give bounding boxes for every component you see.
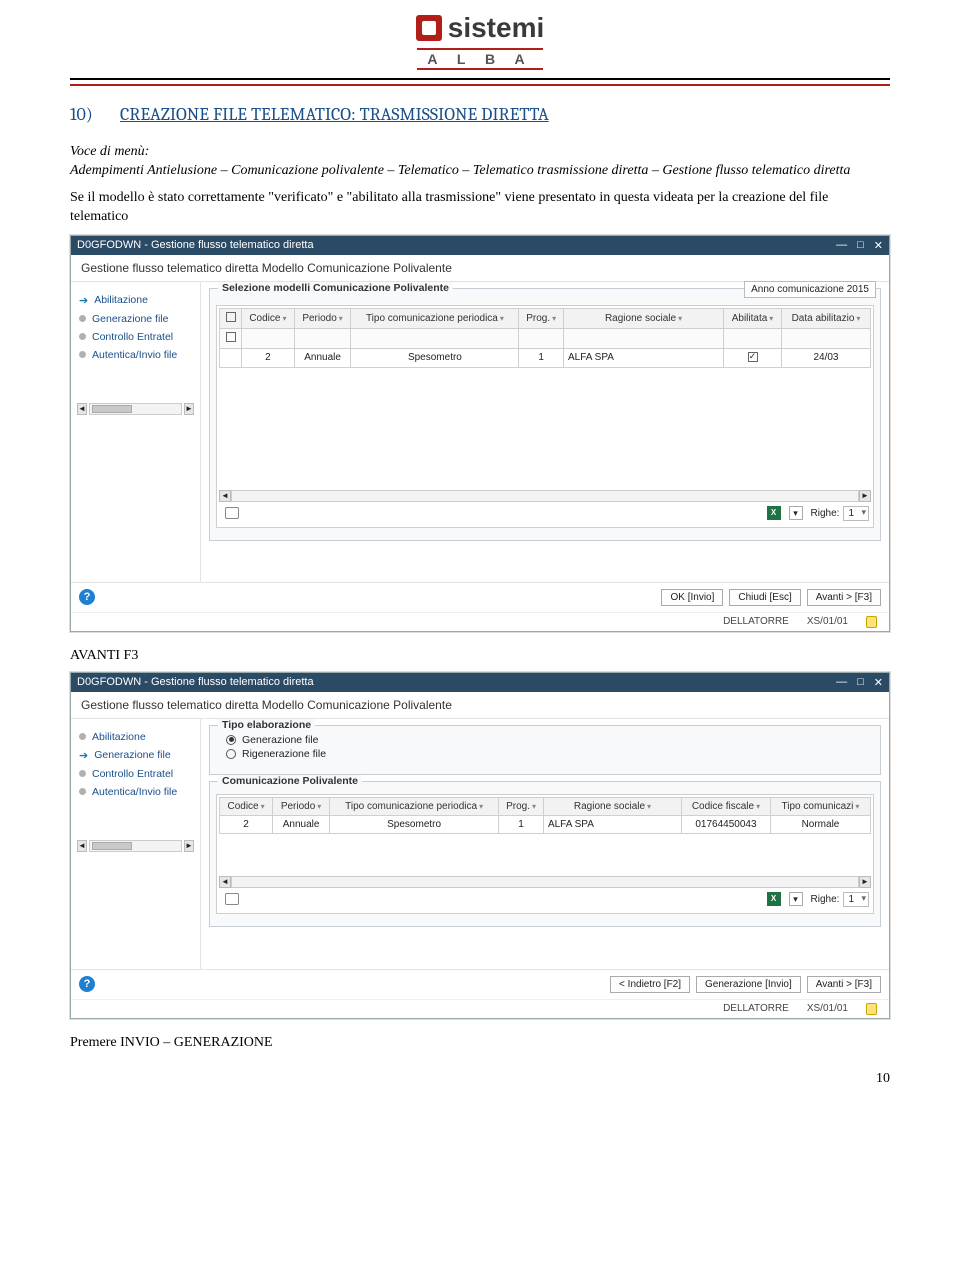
body-paragraph: Se il modello è stato correttamente "ver…	[70, 189, 890, 227]
comunicazione-table: Codice▾ Periodo▾ Tipo comunicazione peri…	[219, 797, 871, 834]
brand-mark-icon	[416, 15, 442, 41]
avanti-button[interactable]: Avanti > [F3]	[807, 976, 881, 993]
status-bar: DELLATORRE XS/01/01	[71, 999, 889, 1018]
minimize-icon[interactable]: —	[836, 676, 847, 689]
group-selezione-modelli: Selezione modelli Comunicazione Polivale…	[209, 288, 881, 541]
rows-select[interactable]: 1	[843, 506, 869, 521]
ok-button[interactable]: OK [Invio]	[661, 589, 723, 606]
window-subheader: Gestione flusso telematico diretta Model…	[71, 255, 889, 282]
abilitata-checkbox[interactable]	[748, 352, 758, 362]
print-icon[interactable]	[225, 893, 239, 905]
filter-row[interactable]	[220, 328, 871, 348]
divider	[70, 84, 890, 86]
status-bar: DELLATORRE XS/01/01	[71, 612, 889, 631]
minimize-icon[interactable]: —	[836, 239, 847, 252]
avanti-caption: AVANTI F3	[70, 648, 890, 664]
chiudi-button[interactable]: Chiudi [Esc]	[729, 589, 800, 606]
maximize-icon[interactable]: □	[857, 676, 864, 689]
main-panel: Selezione modelli Comunicazione Polivale…	[201, 282, 889, 582]
table-row[interactable]: 2 Annuale Spesometro 1 ALFA SPA 24/03	[220, 348, 871, 367]
rows-select[interactable]: 1	[843, 892, 869, 907]
wizard-sidebar: ➔Abilitazione Generazione file Controllo…	[71, 282, 201, 582]
close-icon[interactable]: ✕	[874, 239, 883, 252]
grid-scrollbar[interactable]: ◄►	[219, 876, 871, 888]
menu-voice: Voce di menù: Adempimenti Antielusione –…	[70, 143, 890, 181]
close-icon[interactable]: ✕	[874, 676, 883, 689]
page-logo: sistemi A L B A	[70, 0, 890, 74]
select-all-checkbox[interactable]	[226, 312, 236, 322]
app-window-2: D0GFODWN - Gestione flusso telematico di…	[70, 672, 890, 1019]
brand-sub: A L B A	[417, 48, 542, 70]
status-code: XS/01/01	[807, 1003, 848, 1014]
status-user: DELLATORRE	[723, 1003, 789, 1014]
sidebar-item-generazione[interactable]: Generazione file	[77, 311, 194, 327]
lock-icon	[866, 1003, 877, 1015]
excel-icon[interactable]: X	[767, 892, 781, 906]
window-title: D0GFODWN - Gestione flusso telematico di…	[77, 676, 314, 688]
window-titlebar: D0GFODWN - Gestione flusso telematico di…	[71, 236, 889, 255]
sidebar-item-abilitazione[interactable]: Abilitazione	[77, 729, 194, 745]
sidebar-item-controllo[interactable]: Controllo Entratel	[77, 329, 194, 345]
window-footer: ? OK [Invio] Chiudi [Esc] Avanti > [F3]	[71, 582, 889, 612]
status-code: XS/01/01	[807, 616, 848, 627]
wizard-sidebar: Abilitazione ➔Generazione file Controllo…	[71, 719, 201, 969]
sidebar-item-autentica[interactable]: Autentica/Invio file	[77, 784, 194, 800]
grid-scrollbar[interactable]: ◄►	[219, 490, 871, 502]
brand-text: sistemi	[448, 12, 545, 44]
page-number: 10	[70, 1071, 890, 1087]
sidebar-item-controllo[interactable]: Controllo Entratel	[77, 766, 194, 782]
radio-rigenerazione[interactable]: Rigenerazione file	[226, 748, 874, 760]
sidebar-item-abilitazione[interactable]: ➔Abilitazione	[77, 292, 194, 309]
status-user: DELLATORRE	[723, 616, 789, 627]
models-table: Codice▾ Periodo▾ Tipo comunicazione peri…	[219, 308, 871, 368]
help-icon[interactable]: ?	[79, 589, 95, 605]
sidebar-scrollbar[interactable]: ◄►	[77, 840, 194, 852]
section-number: 10)	[70, 104, 116, 125]
group-tipo-elaborazione: Tipo elaborazione Generazione file Rigen…	[209, 725, 881, 775]
window-title: D0GFODWN - Gestione flusso telematico di…	[77, 239, 314, 251]
filter-icon[interactable]: ▾	[789, 506, 803, 520]
arrow-right-icon: ➔	[79, 294, 88, 307]
avanti-button[interactable]: Avanti > [F3]	[807, 589, 881, 606]
lock-icon	[866, 616, 877, 628]
main-panel: Tipo elaborazione Generazione file Rigen…	[201, 719, 889, 969]
footer-instruction: Premere INVIO – GENERAZIONE	[70, 1035, 890, 1051]
indietro-button[interactable]: < Indietro [F2]	[610, 976, 690, 993]
filter-icon[interactable]: ▾	[789, 892, 803, 906]
radio-generazione[interactable]: Generazione file	[226, 734, 874, 746]
app-window-1: D0GFODWN - Gestione flusso telematico di…	[70, 235, 890, 632]
anno-comunicazione: Anno comunicazione 2015	[744, 281, 876, 298]
print-icon[interactable]	[225, 507, 239, 519]
section-label: CREAZIONE FILE TELEMATICO: TRASMISSIONE …	[120, 104, 549, 125]
table-row[interactable]: 2 Annuale Spesometro 1 ALFA SPA 01764450…	[220, 815, 871, 833]
window-subheader: Gestione flusso telematico diretta Model…	[71, 692, 889, 719]
sidebar-item-generazione[interactable]: ➔Generazione file	[77, 747, 194, 764]
sidebar-scrollbar[interactable]: ◄►	[77, 403, 194, 415]
arrow-right-icon: ➔	[79, 749, 88, 762]
maximize-icon[interactable]: □	[857, 239, 864, 252]
section-heading: 10) CREAZIONE FILE TELEMATICO: TRASMISSI…	[70, 104, 890, 125]
help-icon[interactable]: ?	[79, 976, 95, 992]
divider	[70, 78, 890, 80]
group-comunicazione-polivalente: Comunicazione Polivalente Codice▾ Period…	[209, 781, 881, 927]
window-titlebar: D0GFODWN - Gestione flusso telematico di…	[71, 673, 889, 692]
generazione-button[interactable]: Generazione [Invio]	[696, 976, 801, 993]
window-footer: ? < Indietro [F2] Generazione [Invio] Av…	[71, 969, 889, 999]
sidebar-item-autentica[interactable]: Autentica/Invio file	[77, 347, 194, 363]
excel-icon[interactable]: X	[767, 506, 781, 520]
